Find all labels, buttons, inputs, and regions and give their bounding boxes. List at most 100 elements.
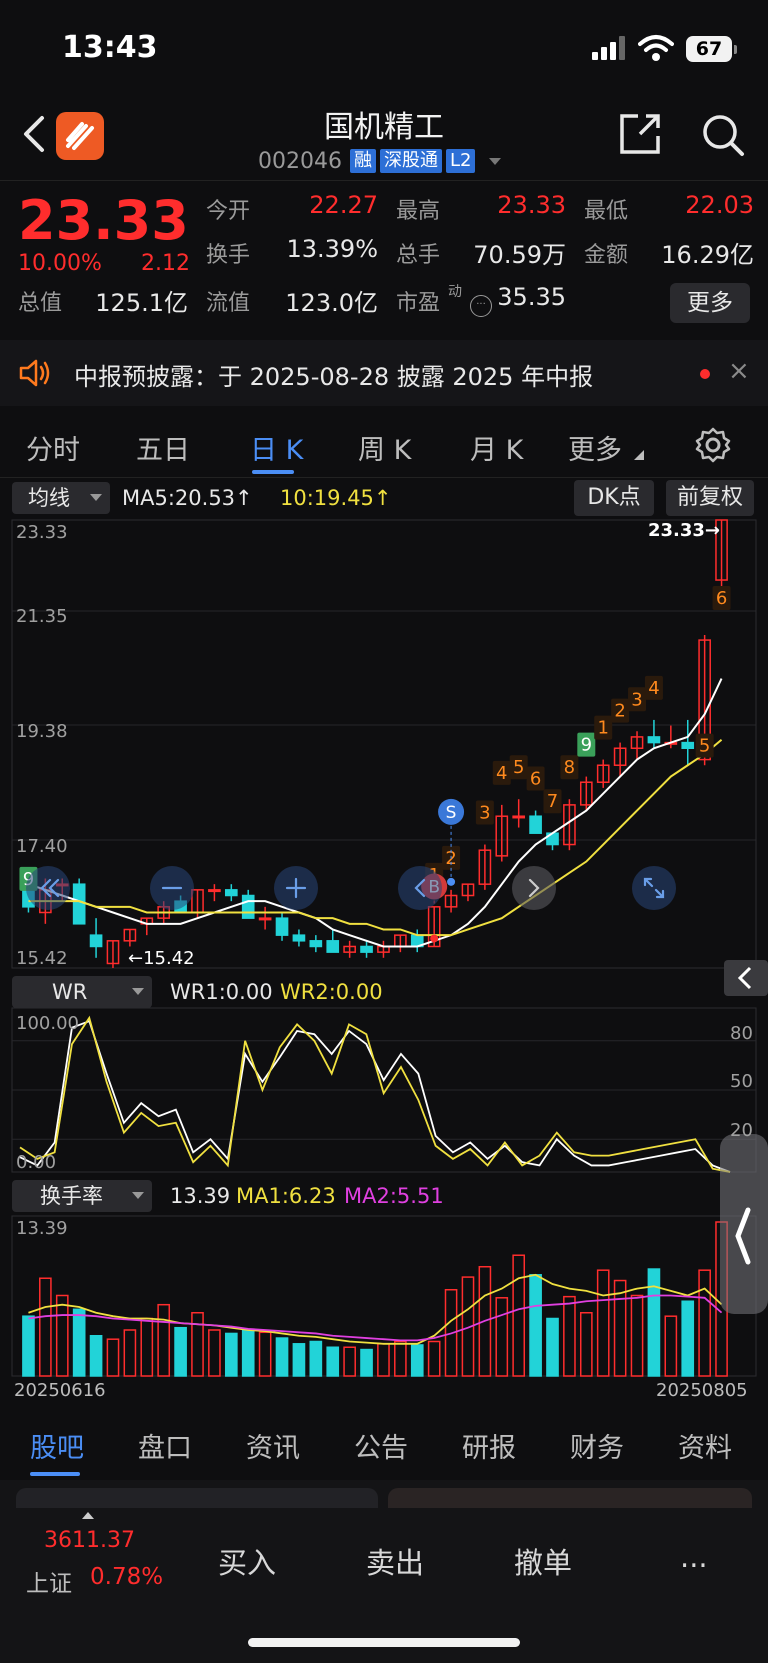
chart-canvas: 9123456789123456BS [11, 519, 768, 1377]
turnover-bar [258, 1331, 272, 1377]
turnover-bar [39, 1277, 52, 1377]
forward-adjust-button[interactable]: 前复权 [666, 480, 754, 516]
candle-body [241, 894, 255, 919]
right-nav-button [512, 866, 556, 910]
buy-signal-dot [430, 934, 439, 943]
candle-body [258, 917, 272, 921]
turnover-bar [512, 1254, 526, 1377]
more-actions-button[interactable]: ... [680, 1540, 708, 1574]
turnover-bar [55, 1294, 69, 1377]
date-start: 20250616 [14, 1380, 106, 1401]
td-count-number: 4 [648, 678, 659, 699]
tab-announcements[interactable]: 公告 [354, 1426, 408, 1465]
turnover-bar [191, 1311, 204, 1377]
turnover-selector-label: 换手率 [40, 1184, 103, 1208]
wr-axis-right-label: 50 [730, 1071, 753, 1092]
turnover-ma1-readout: MA1:6.23 [236, 1184, 336, 1208]
cellular-signal-icon [592, 36, 625, 60]
tab-order-book[interactable]: 盘口 [138, 1426, 192, 1465]
ma10-line [28, 738, 723, 937]
tab-intraday[interactable]: 分时 [26, 428, 80, 467]
more-dots-icon[interactable]: ··· [470, 295, 492, 317]
ma5-readout: MA5:20.53↑ [122, 486, 253, 510]
td-count-number: 6 [716, 588, 727, 609]
period-tabs: 分时 五日 日 K 周 K 月 K 更多 [0, 416, 768, 478]
sell-button[interactable]: 卖出 [366, 1540, 424, 1582]
candle-body [72, 883, 86, 925]
close-icon[interactable]: × [728, 356, 750, 386]
wr1-line [19, 1019, 731, 1173]
gear-icon[interactable] [694, 426, 732, 464]
candle-body [309, 940, 323, 948]
price-axis-label: 15.42 [16, 948, 68, 969]
chevron-down-icon [489, 157, 502, 165]
active-tab-underline [30, 1472, 80, 1476]
ma-selector[interactable]: 均线 [12, 482, 110, 514]
turnover-bar [224, 1332, 238, 1377]
turnover-bar [157, 1303, 171, 1377]
index-value[interactable]: 3611.37 [44, 1528, 135, 1553]
turnover-bar [596, 1269, 610, 1377]
tab-more[interactable]: 更多 [568, 428, 622, 467]
tab-monthly-k[interactable]: 月 K [470, 428, 523, 467]
candle-body [681, 741, 695, 749]
candle-body [647, 736, 661, 744]
cancel-order-button[interactable]: 撤单 [514, 1540, 572, 1582]
candle-body [326, 940, 340, 953]
total-value-label: 总值 [18, 291, 63, 316]
speaker-icon [19, 359, 50, 387]
turnover-bar [563, 1295, 576, 1377]
stock-code-row[interactable]: 002046 融 深股通 L2 [258, 146, 502, 176]
turnover-bar [123, 1329, 137, 1377]
dk-points-button[interactable]: DK点 [574, 480, 654, 516]
td-count-number: 7 [547, 791, 558, 812]
more-button[interactable]: 更多 [670, 283, 750, 323]
turnover-bar [343, 1346, 356, 1377]
turnover-bar [410, 1344, 424, 1377]
float-value: 123.0亿 [285, 289, 378, 317]
level2-tag: L2 [445, 149, 476, 173]
wr-selector[interactable]: WR [12, 976, 152, 1008]
more-corner-triangle-icon [634, 450, 644, 460]
share-icon[interactable] [618, 112, 662, 156]
wr2-readout: WR2:0.00 [280, 980, 383, 1004]
tab-news[interactable]: 资讯 [246, 1426, 300, 1465]
tab-five-day[interactable]: 五日 [136, 428, 190, 467]
turnover-bar [613, 1279, 627, 1377]
turnover-ma2-readout: MA2:5.51 [344, 1184, 444, 1208]
turnover-bar [579, 1311, 593, 1377]
candle-body [208, 889, 221, 893]
search-icon[interactable] [700, 112, 746, 158]
price-axis-label: 21.35 [16, 606, 68, 627]
unread-dot [700, 369, 710, 379]
tab-daily-k[interactable]: 日 K [250, 428, 303, 467]
turnover-bar [140, 1317, 154, 1377]
notice-text: 中报预披露：于 2025-08-28 披露 2025 年中报 [74, 363, 594, 391]
tab-weekly-k[interactable]: 周 K [358, 428, 411, 467]
turnover-bar [22, 1315, 35, 1377]
tab-forum[interactable]: 股吧 [30, 1426, 84, 1465]
chevron-down-icon [132, 1192, 144, 1199]
tab-financials[interactable]: 财务 [570, 1426, 624, 1465]
index-change[interactable]: 0.78% [90, 1564, 163, 1590]
turnover-selector[interactable]: 换手率 [12, 1180, 152, 1212]
ma10-readout: 10:19.45↑ [280, 486, 392, 510]
quote-panel: 23.33 10.00% 2.12 今开 22.27 最高 23.33 最低 2… [0, 180, 768, 330]
amount-label: 金额 [584, 243, 629, 268]
turnover-bar [360, 1348, 373, 1377]
turnover-bar [630, 1294, 644, 1377]
expand-nav-button [632, 866, 676, 910]
tab-profile[interactable]: 资料 [678, 1426, 732, 1465]
turnover-bar [326, 1346, 340, 1377]
turnover-ma1-line [28, 1273, 723, 1345]
notice-banner[interactable]: 中报预披露：于 2025-08-28 披露 2025 年中报 × [0, 340, 768, 406]
amount-value: 16.29亿 [661, 241, 754, 269]
tab-research[interactable]: 研报 [462, 1426, 516, 1465]
turnover-bar [394, 1340, 407, 1377]
index-name[interactable]: 上证 [26, 1564, 72, 1598]
td-count-number: 8 [564, 757, 575, 778]
date-end: 20250805 [656, 1380, 748, 1401]
buy-button[interactable]: 买入 [218, 1540, 276, 1582]
kline-chart[interactable]: 9123456789123456BS 均线 MA5:20.53↑ 10:19.4… [0, 478, 768, 1408]
status-time: 13:43 [62, 30, 158, 65]
